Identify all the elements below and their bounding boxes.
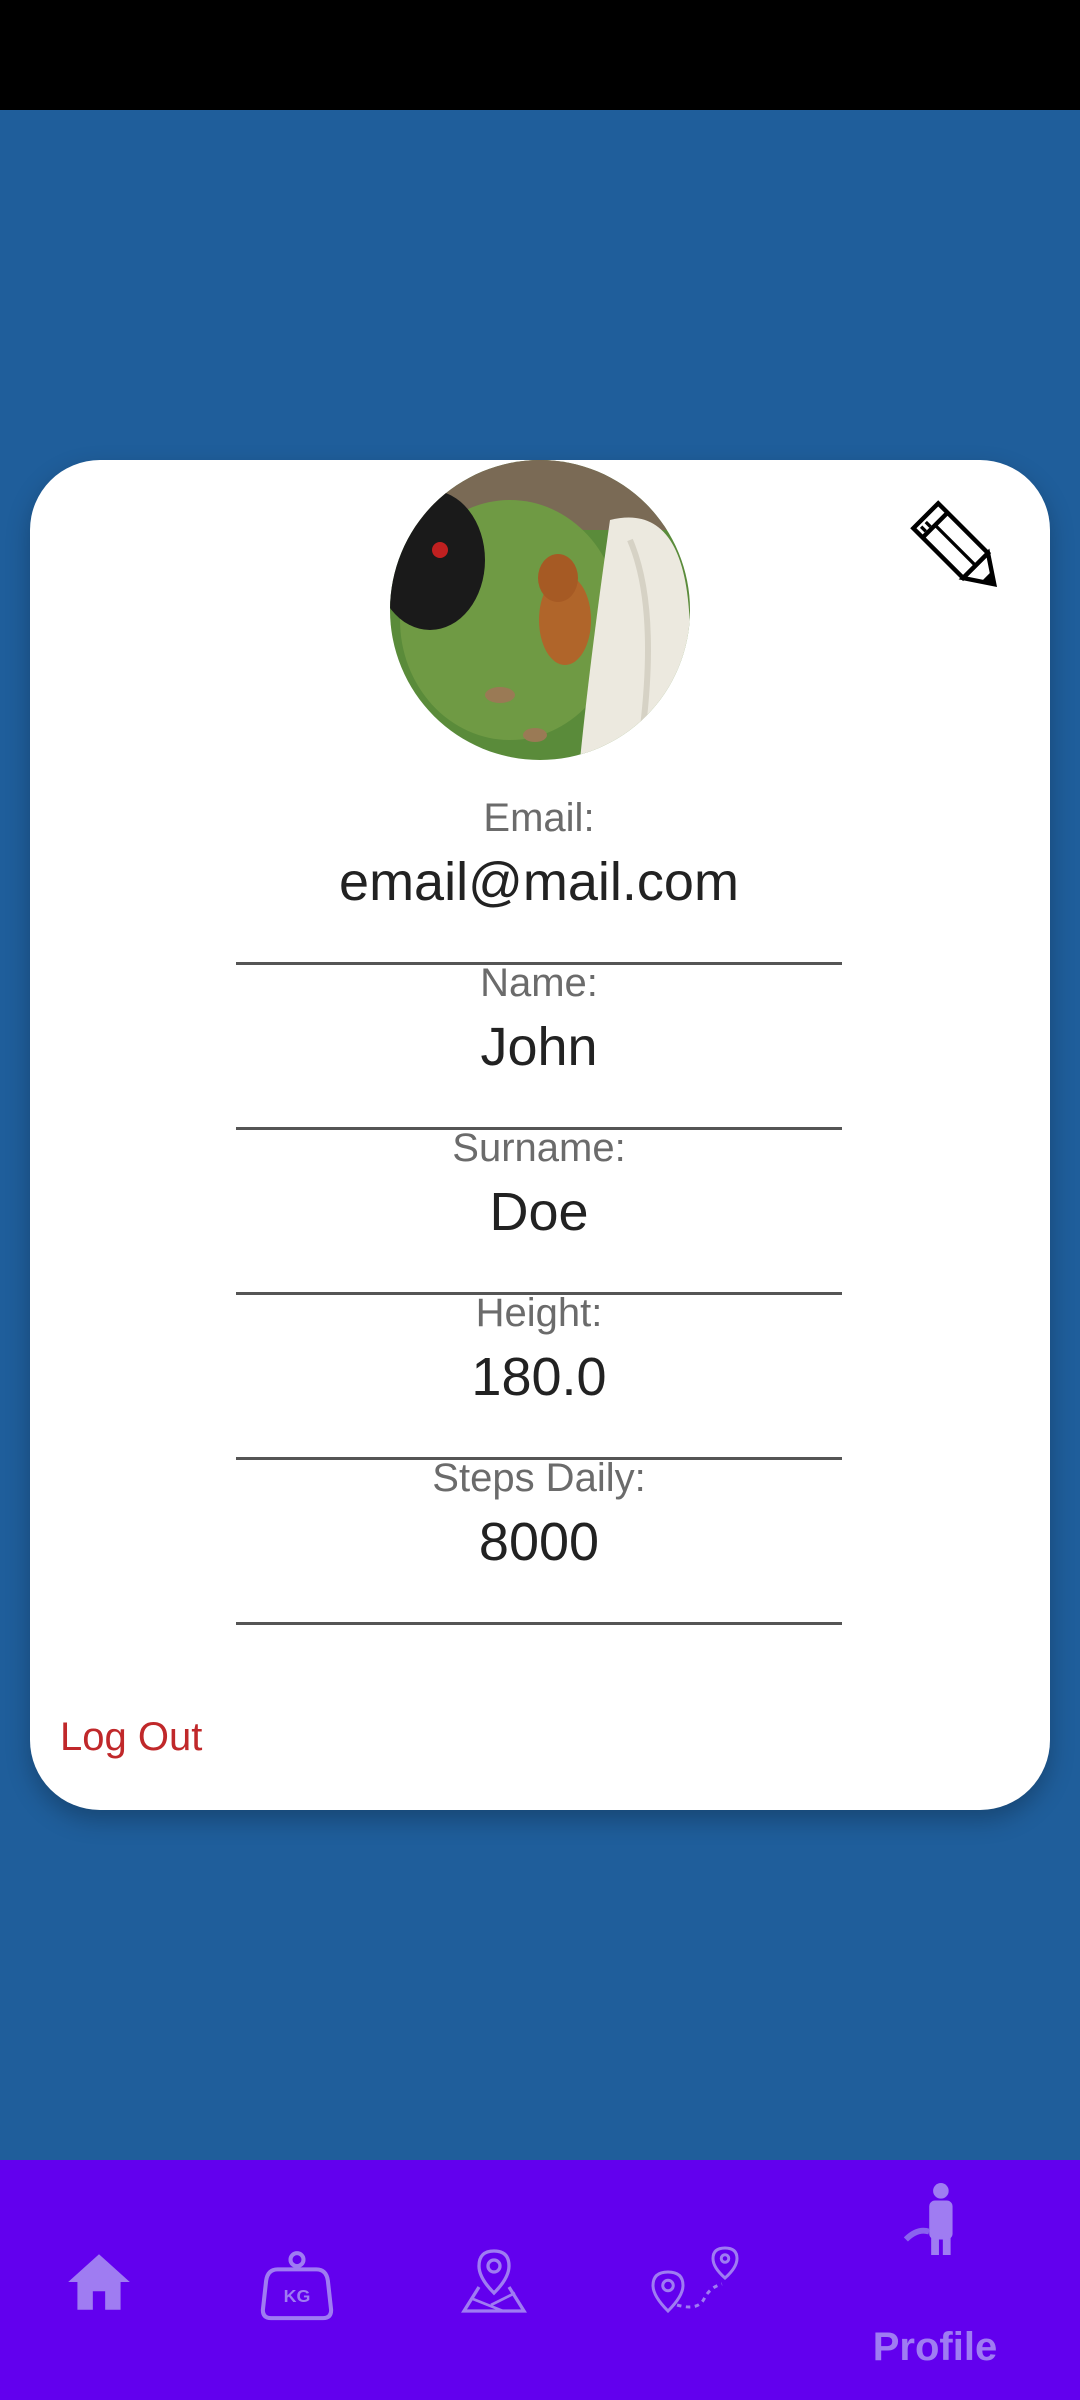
person-icon bbox=[903, 2183, 953, 2255]
weight-kg-icon: KG bbox=[260, 2251, 334, 2321]
nav-profile-label: Profile bbox=[872, 2325, 998, 2369]
status-bar bbox=[0, 0, 1080, 110]
profile-card: Email: email@mail.com Name: John Surname… bbox=[30, 460, 1050, 1810]
nav-routes-button[interactable] bbox=[650, 2245, 746, 2317]
surname-value: Doe bbox=[489, 1182, 589, 1242]
map-pin-icon bbox=[461, 2249, 527, 2313]
nav-map-button[interactable] bbox=[458, 2245, 530, 2317]
edit-profile-button[interactable] bbox=[900, 490, 1020, 610]
steps-daily-value: 8000 bbox=[478, 1512, 600, 1572]
email-value: email@mail.com bbox=[339, 852, 739, 912]
avatar[interactable] bbox=[390, 460, 690, 760]
email-field[interactable]: Email: email@mail.com bbox=[236, 798, 842, 965]
avatar-photo bbox=[390, 460, 690, 760]
height-label: Height: bbox=[475, 1291, 603, 1335]
height-field[interactable]: Height: 180.0 bbox=[236, 1293, 842, 1460]
svg-text:KG: KG bbox=[284, 2286, 311, 2306]
pencil-icon bbox=[910, 500, 998, 588]
nav-weight-button[interactable]: KG bbox=[258, 2245, 336, 2323]
name-label: Name: bbox=[480, 961, 598, 1005]
surname-label: Surname: bbox=[452, 1126, 626, 1170]
bottom-navigation: KG Profile bbox=[0, 2160, 1080, 2400]
name-field[interactable]: Name: John bbox=[236, 963, 842, 1130]
steps-daily-field[interactable]: Steps Daily: 8000 bbox=[236, 1458, 842, 1625]
email-label: Email: bbox=[483, 796, 595, 840]
surname-field[interactable]: Surname: Doe bbox=[236, 1128, 842, 1295]
nav-home-button[interactable] bbox=[62, 2245, 136, 2319]
nav-profile-button[interactable]: Profile bbox=[860, 2180, 1010, 2390]
route-icon bbox=[651, 2246, 739, 2314]
home-icon bbox=[68, 2254, 130, 2310]
height-value: 180.0 bbox=[471, 1347, 607, 1407]
logout-button[interactable]: Log Out bbox=[60, 1715, 202, 1760]
steps-daily-label: Steps Daily: bbox=[432, 1456, 646, 1500]
name-value: John bbox=[480, 1017, 598, 1077]
